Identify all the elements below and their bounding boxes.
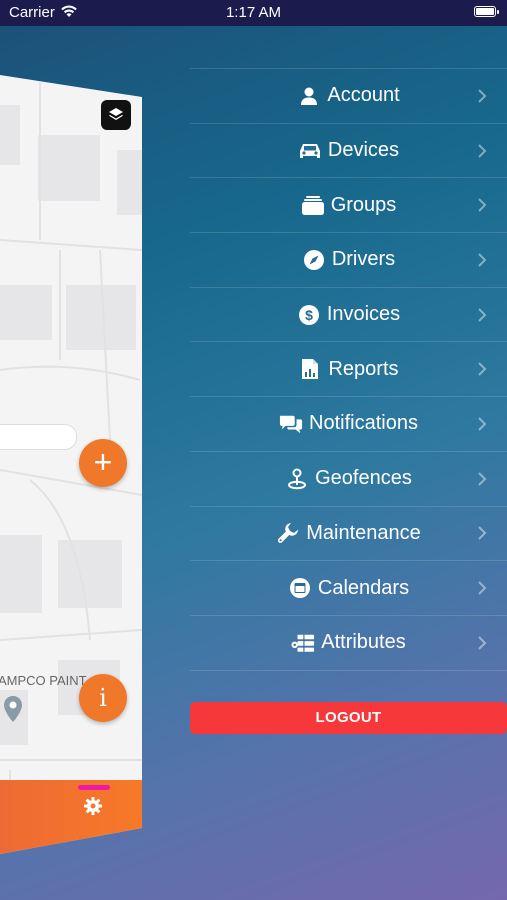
menu-item-label: Maintenance xyxy=(306,521,421,544)
folder-stack-icon xyxy=(301,193,325,217)
map-search-field[interactable] xyxy=(0,424,77,450)
chevron-right-icon xyxy=(477,143,487,164)
menu-item-invoices[interactable]: $ Invoices xyxy=(190,286,507,342)
chevron-right-icon xyxy=(477,525,487,546)
person-icon xyxy=(297,84,321,108)
active-tab-indicator xyxy=(78,785,110,790)
map-panel[interactable]: + AMPCO PAINT i xyxy=(0,75,142,854)
layers-icon xyxy=(109,108,123,120)
chevron-right-icon xyxy=(477,252,487,273)
menu-item-label: Drivers xyxy=(331,248,396,271)
report-icon xyxy=(298,357,322,381)
menu-item-label: Devices xyxy=(327,139,400,162)
menu-item-label: Attributes xyxy=(321,631,406,654)
menu-item-label: Calendars xyxy=(317,576,410,599)
battery-icon xyxy=(474,6,499,17)
menu-item-account[interactable]: Account xyxy=(190,68,507,123)
menu-item-devices[interactable]: Devices xyxy=(190,122,507,178)
info-button[interactable]: i xyxy=(79,674,127,722)
chevron-right-icon xyxy=(477,416,487,437)
chat-bubbles-icon xyxy=(279,412,303,436)
menu-item-geofences[interactable]: Geofences xyxy=(190,450,507,506)
menu-item-label: Invoices xyxy=(326,303,401,326)
menu-item-label: Groups xyxy=(330,193,397,216)
menu-item-groups[interactable]: Groups xyxy=(190,177,507,232)
menu-item-reports[interactable]: Reports xyxy=(190,341,507,396)
map-bottom-bar xyxy=(0,780,142,854)
add-button[interactable]: + xyxy=(79,439,127,487)
chevron-right-icon xyxy=(477,580,487,601)
menu-item-notifications[interactable]: Notifications xyxy=(190,396,507,451)
menu-item-label: Account xyxy=(327,84,400,107)
chevron-right-icon xyxy=(477,361,487,382)
chevron-right-icon xyxy=(477,197,487,218)
side-menu: Account Devices Groups Drivers $ Invoice… xyxy=(190,68,507,671)
calendar-icon xyxy=(288,576,312,600)
menu-item-calendars[interactable]: Calendars xyxy=(190,560,507,615)
chevron-right-icon xyxy=(477,88,487,109)
chevron-right-icon xyxy=(477,471,487,492)
location-pin-icon[interactable] xyxy=(2,695,24,732)
gear-icon[interactable] xyxy=(84,797,102,820)
dollar-icon: $ xyxy=(297,303,321,327)
menu-item-drivers[interactable]: Drivers xyxy=(190,232,507,287)
car-icon xyxy=(298,139,322,163)
status-bar: Carrier 1:17 AM xyxy=(0,0,507,26)
geofence-pin-icon xyxy=(285,467,309,491)
menu-item-attributes[interactable]: Attributes xyxy=(190,614,507,671)
menu-item-label: Reports xyxy=(328,357,399,380)
menu-item-maintenance[interactable]: Maintenance xyxy=(190,505,507,561)
svg-text:$: $ xyxy=(305,307,313,323)
chevron-right-icon xyxy=(477,307,487,328)
menu-item-label: Geofences xyxy=(315,467,412,490)
chevron-right-icon xyxy=(477,635,487,656)
attributes-icon xyxy=(291,631,315,655)
clock: 1:17 AM xyxy=(225,4,282,21)
map-poi-label: AMPCO PAINT xyxy=(0,673,87,688)
logout-button[interactable]: LOGOUT xyxy=(190,702,507,734)
layers-button[interactable] xyxy=(101,100,131,130)
compass-icon xyxy=(302,248,326,272)
wrench-icon xyxy=(276,521,300,545)
menu-item-label: Notifications xyxy=(309,412,418,435)
